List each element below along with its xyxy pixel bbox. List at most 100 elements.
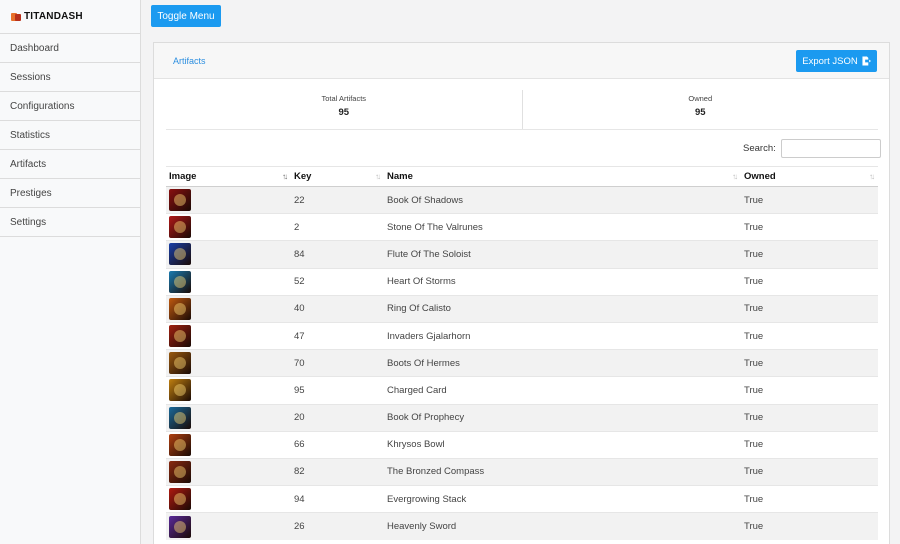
- artifact-key: 94: [291, 485, 384, 513]
- table-row: 47 Invaders Gjalarhorn True: [166, 321, 878, 350]
- column-header-label: Image: [169, 171, 197, 182]
- search-label: Search:: [743, 143, 776, 154]
- table-row: 40 Ring Of Calisto True: [166, 294, 878, 323]
- artifact-key: 47: [291, 321, 384, 350]
- table-row: 95 Charged Card True: [166, 376, 878, 404]
- artifact-image-cell: [166, 376, 291, 404]
- artifact-image-cell: [166, 457, 291, 486]
- stat-value: 95: [338, 107, 350, 118]
- stat-value: 95: [694, 107, 706, 118]
- book-of-shadows-icon: [169, 189, 191, 212]
- breadcrumb-artifacts[interactable]: Artifacts: [173, 56, 206, 66]
- khrysos-bowl-icon: [169, 433, 191, 456]
- artifact-name: Book Of Shadows: [384, 185, 741, 214]
- artifact-owned: True: [741, 267, 878, 296]
- artifact-owned: True: [741, 376, 878, 404]
- table-header-row: Image ↑↓ Key ↑↓ Name ↑↓ Owned ↑↓: [166, 166, 878, 187]
- column-header-name[interactable]: Name ↑↓: [384, 166, 741, 187]
- table-row: 26 Heavenly Sword True: [166, 512, 878, 540]
- charged-card-icon: [169, 379, 191, 402]
- artifact-key: 22: [291, 185, 384, 214]
- brand-logo-icon: [11, 12, 21, 21]
- artifact-key: 26: [291, 512, 384, 540]
- artifact-owned: True: [741, 349, 878, 377]
- sidebar-item-settings[interactable]: Settings: [0, 208, 140, 237]
- artifact-key: 70: [291, 349, 384, 377]
- artifact-name: Heavenly Sword: [384, 512, 741, 540]
- artifact-key: 82: [291, 457, 384, 486]
- artifact-key: 66: [291, 430, 384, 459]
- artifact-image-cell: [166, 267, 291, 296]
- artifact-key: 84: [291, 240, 384, 269]
- ring-of-calisto-icon: [169, 297, 191, 320]
- book-of-prophecy-icon: [169, 406, 191, 429]
- export-json-label: Export JSON: [802, 55, 858, 67]
- artifact-image-cell: [166, 512, 291, 540]
- stats-row: Total Artifacts 95 Owned 95: [166, 90, 878, 130]
- search-input[interactable]: [780, 139, 881, 158]
- artifact-name: Stone Of The Valrunes: [384, 213, 741, 241]
- export-json-button[interactable]: Export JSON: [796, 50, 877, 72]
- sidebar-item-prestiges[interactable]: Prestiges: [0, 179, 140, 208]
- artifact-name: Invaders Gjalarhorn: [384, 321, 741, 350]
- stat-total-artifacts: Total Artifacts 95: [166, 90, 522, 129]
- boots-of-hermes-icon: [169, 352, 191, 375]
- column-header-key[interactable]: Key ↑↓: [291, 166, 384, 187]
- artifact-image-cell: [166, 321, 291, 350]
- artifact-name: Boots Of Hermes: [384, 349, 741, 377]
- table-row: 70 Boots Of Hermes True: [166, 349, 878, 377]
- artifact-image-cell: [166, 294, 291, 323]
- sidebar-item-configurations[interactable]: Configurations: [0, 92, 140, 121]
- artifact-name: Heart Of Storms: [384, 267, 741, 296]
- column-header-owned[interactable]: Owned ↑↓: [741, 166, 878, 187]
- artifacts-table: Image ↑↓ Key ↑↓ Name ↑↓ Owned ↑↓ 22 Book Of S…: [166, 166, 878, 540]
- artifact-image-cell: [166, 213, 291, 241]
- table-row: 84 Flute Of The Soloist True: [166, 240, 878, 269]
- artifact-image-cell: [166, 240, 291, 269]
- column-header-label: Key: [294, 171, 312, 182]
- table-row: 20 Book Of Prophecy True: [166, 403, 878, 432]
- sidebar-item-artifacts[interactable]: Artifacts: [0, 150, 140, 179]
- artifact-owned: True: [741, 485, 878, 513]
- stone-of-the-valrunes-icon: [169, 216, 191, 239]
- artifact-key: 95: [291, 376, 384, 404]
- table-row: 94 Evergrowing Stack True: [166, 485, 878, 513]
- search-box: Search:: [743, 139, 881, 158]
- sort-icon: ↑↓: [732, 172, 738, 181]
- card-header: Artifacts Export JSON: [154, 43, 889, 79]
- artifact-owned: True: [741, 321, 878, 350]
- artifact-name: Ring Of Calisto: [384, 294, 741, 323]
- artifact-image-cell: [166, 349, 291, 377]
- artifact-image-cell: [166, 430, 291, 459]
- artifact-image-cell: [166, 185, 291, 214]
- artifacts-table-wrap: Image ↑↓ Key ↑↓ Name ↑↓ Owned ↑↓ 22 Book Of S…: [166, 166, 878, 540]
- heart-of-storms-icon: [169, 270, 191, 293]
- file-export-icon: [862, 56, 871, 66]
- table-row: 22 Book Of Shadows True: [166, 185, 878, 214]
- flute-of-the-soloist-icon: [169, 243, 191, 266]
- sidebar-item-dashboard[interactable]: Dashboard: [0, 34, 140, 63]
- sort-icon: ↑↓: [282, 172, 288, 181]
- artifact-owned: True: [741, 512, 878, 540]
- sort-icon: ↑↓: [869, 172, 875, 181]
- sidebar-item-statistics[interactable]: Statistics: [0, 121, 140, 150]
- brand[interactable]: TITANDASH: [0, 0, 140, 34]
- artifact-image-cell: [166, 403, 291, 432]
- artifact-owned: True: [741, 294, 878, 323]
- evergrowing-stack-icon: [169, 488, 191, 511]
- column-header-image[interactable]: Image ↑↓: [166, 166, 291, 187]
- heavenly-sword-icon: [169, 515, 191, 538]
- sidebar-item-sessions[interactable]: Sessions: [0, 63, 140, 92]
- artifact-name: Book Of Prophecy: [384, 403, 741, 432]
- artifact-owned: True: [741, 185, 878, 214]
- artifact-key: 2: [291, 213, 384, 241]
- invaders-gjalarhorn-icon: [169, 325, 191, 348]
- column-header-label: Name: [387, 171, 413, 182]
- artifact-key: 20: [291, 403, 384, 432]
- artifact-name: Flute Of The Soloist: [384, 240, 741, 269]
- artifact-owned: True: [741, 403, 878, 432]
- toggle-menu-button[interactable]: Toggle Menu: [151, 5, 221, 27]
- table-row: 66 Khrysos Bowl True: [166, 430, 878, 459]
- artifact-name: The Bronzed Compass: [384, 457, 741, 486]
- stat-owned: Owned 95: [521, 90, 879, 129]
